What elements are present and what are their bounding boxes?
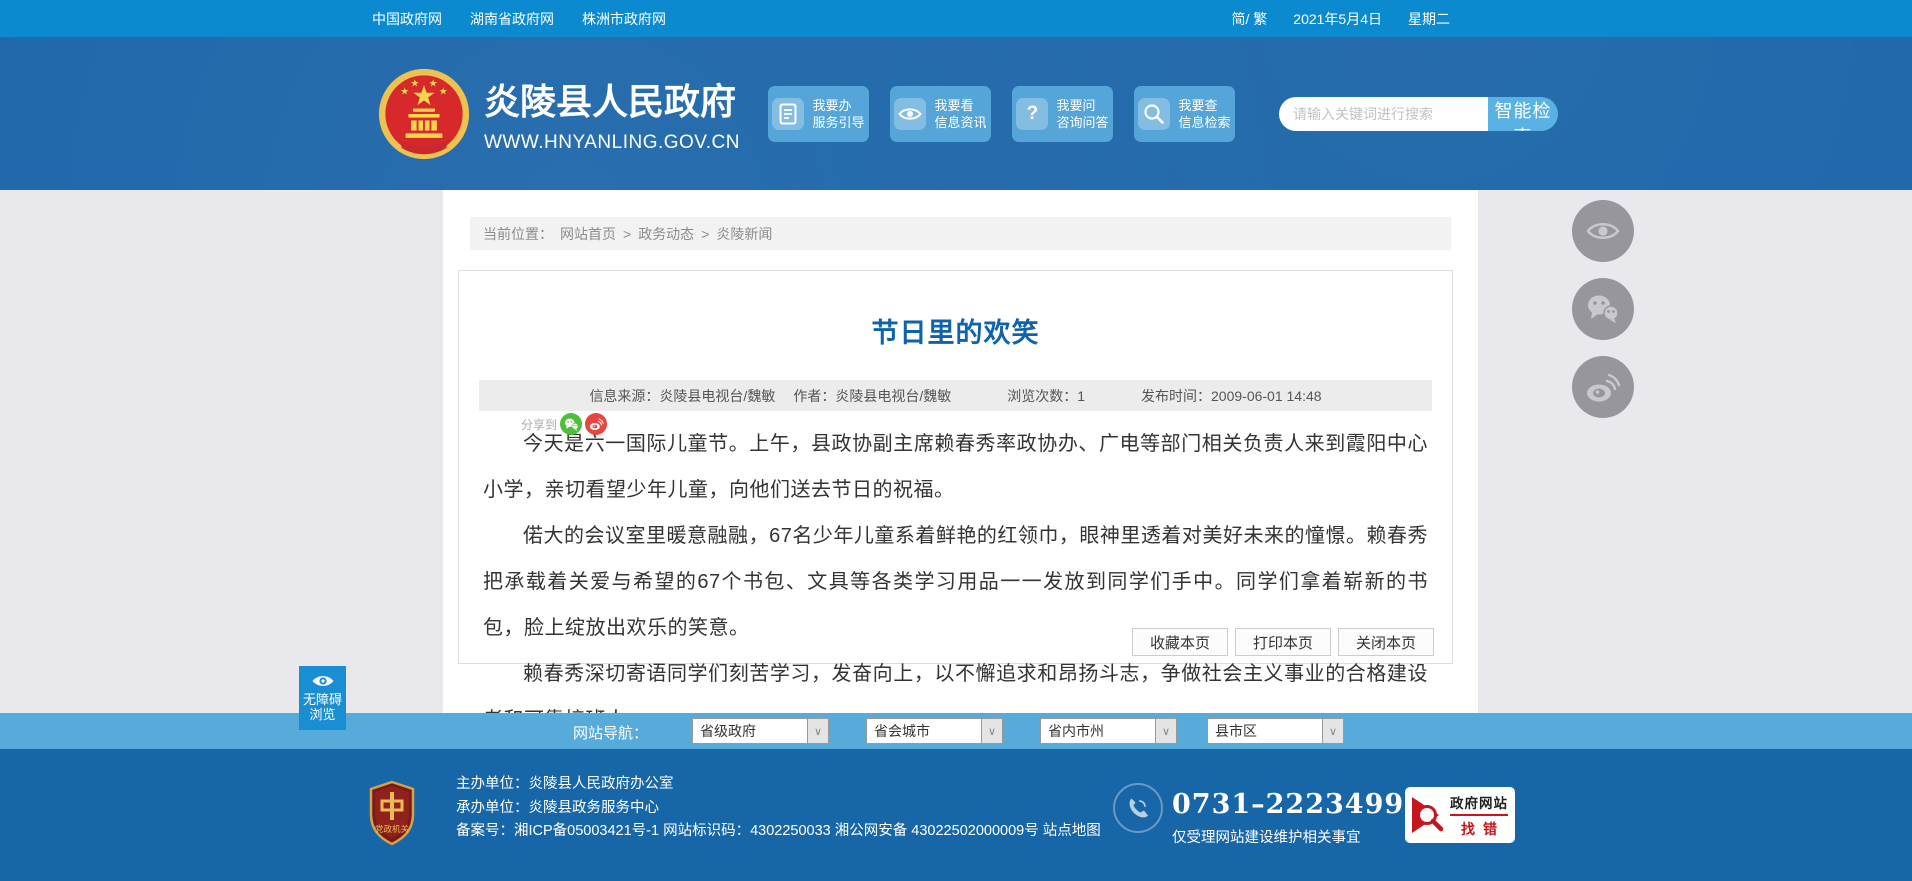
favorite-page-button[interactable]: 收藏本页: [1131, 628, 1228, 656]
party-gov-badge-icon: 党政机关: [368, 780, 416, 851]
smart-search-button[interactable]: 智能检索: [1488, 96, 1558, 131]
article-actions: 收藏本页 打印本页 关闭本页: [1131, 628, 1434, 656]
article-meta-bar: 信息来源：炎陵县电视台/魏敏 作者：炎陵县电视台/魏敏 浏览次数：1 发布时间：…: [479, 380, 1432, 411]
close-page-button[interactable]: 关闭本页: [1337, 628, 1434, 656]
document-icon: [772, 97, 805, 130]
select-value: 县市区: [1215, 723, 1257, 739]
breadcrumb: 当前位置： 网站首页 > 政务动态 > 炎陵新闻: [470, 217, 1451, 250]
button-consult-qa[interactable]: ? 我要问 咨询问答: [1012, 85, 1113, 142]
national-emblem-icon: ★ ★ ★ ★ ★: [378, 68, 470, 160]
button-label: 我要看 信息资讯: [934, 97, 987, 130]
footer-info: 主办单位：炎陵县人民政府办公室 承办单位：炎陵县政务服务中心 备案号：湘ICP备…: [456, 773, 1101, 844]
accessibility-label-line2: 浏览: [309, 707, 336, 722]
search-icon: [1138, 97, 1171, 130]
chevron-down-icon: ∨: [1322, 719, 1343, 743]
contact-phone-note: 仅受理网站建设维护相关事宜: [1172, 830, 1361, 846]
content-wrapper: 当前位置： 网站首页 > 政务动态 > 炎陵新闻 节日里的欢笑 信息来源：炎陵县…: [443, 190, 1478, 731]
svg-text:★: ★: [410, 78, 419, 89]
breadcrumb-yanling-news[interactable]: 炎陵新闻: [716, 224, 772, 244]
error-finder-icon: [1412, 797, 1444, 833]
share-label: 分享到: [521, 417, 558, 432]
current-weekday: 星期二: [1408, 10, 1450, 27]
organizer-line: 主办单位：炎陵县人民政府办公室: [456, 776, 674, 792]
question-icon: ?: [1016, 97, 1049, 130]
chevron-down-icon: ∨: [807, 719, 828, 743]
article-paragraph: 今天是六一国际儿童节。上午，县政协副主席赖春秀率政协办、广电等部门相关负责人来到…: [483, 433, 1428, 501]
site-footer: 党政机关 主办单位：炎陵县人民政府办公室 承办单位：炎陵县政务服务中心 备案号：…: [0, 749, 1912, 881]
button-service-guide[interactable]: 我要办 服务引导: [768, 85, 869, 142]
print-page-button[interactable]: 打印本页: [1234, 628, 1331, 656]
wechat-icon[interactable]: [1572, 278, 1634, 340]
current-date: 2021年5月4日: [1293, 10, 1382, 27]
eye-icon: [894, 97, 927, 130]
weibo-icon[interactable]: [585, 413, 608, 435]
meta-source: 信息来源：炎陵县电视台/魏敏: [589, 387, 776, 404]
meta-author: 作者：炎陵县电视台/魏敏: [793, 387, 952, 404]
icp-line: 备案号：湘ICP备05003421号-1 网站标识码：4302250033 湘公…: [456, 823, 1101, 839]
select-provincial-gov[interactable]: 省级政府 ∨: [692, 718, 829, 744]
undertaker-line: 承办单位：炎陵县政务服务中心: [456, 799, 659, 816]
breadcrumb-separator: >: [623, 225, 632, 242]
chevron-down-icon: ∨: [1155, 719, 1176, 743]
site-title: 炎陵县人民政府: [484, 81, 737, 122]
select-value: 省会城市: [874, 723, 930, 739]
svg-text:★: ★: [439, 86, 448, 97]
site-nav-label: 网站导航：: [573, 725, 649, 742]
chevron-down-icon: ∨: [981, 719, 1002, 743]
lang-toggle[interactable]: 简/ 繁: [1232, 9, 1268, 29]
site-nav-bar: 网站导航： 省级政府 ∨ 省会城市 ∨ 省内市州 ∨ 县市区 ∨: [0, 713, 1912, 749]
breadcrumb-gov-news[interactable]: 政务动态: [638, 224, 694, 244]
eye-icon: [312, 676, 333, 686]
select-province-cities[interactable]: 省内市州 ∨: [1040, 718, 1177, 744]
article-card: 节日里的欢笑 信息来源：炎陵县电视台/魏敏 作者：炎陵县电视台/魏敏 浏览次数：…: [458, 270, 1453, 731]
select-capital-cities[interactable]: 省会城市 ∨: [866, 718, 1003, 744]
button-label: 我要查 信息检索: [1178, 97, 1231, 130]
floating-toolbar: [1572, 200, 1634, 418]
search-input[interactable]: [1279, 96, 1488, 131]
gov-links: 中国政府网 湖南省政府网 株洲市政府网: [372, 9, 666, 29]
button-info-news[interactable]: 我要看 信息资讯: [890, 85, 991, 142]
meta-views: 浏览次数：1: [1007, 387, 1086, 404]
accessibility-browse-button[interactable]: 无障碍 浏览: [299, 666, 346, 730]
breadcrumb-home[interactable]: 网站首页: [560, 224, 616, 244]
search-bar: 智能检索: [1279, 96, 1558, 131]
sitemap-link[interactable]: 站点地图: [1043, 823, 1101, 839]
error-badge-divider: [1450, 813, 1508, 816]
link-china-gov[interactable]: 中国政府网: [372, 9, 442, 29]
breadcrumb-separator: >: [701, 225, 710, 242]
svg-text:党政机关: 党政机关: [375, 824, 410, 834]
contact-phone: 0731–22234995: [1172, 789, 1424, 820]
svg-text:★: ★: [400, 86, 409, 97]
breadcrumb-label: 当前位置：: [483, 225, 553, 242]
button-info-search[interactable]: 我要查 信息检索: [1134, 85, 1235, 142]
error-badge-line1: 政府网站: [1450, 795, 1508, 811]
accessibility-label-line1: 无障碍: [302, 692, 342, 707]
link-hunan-gov[interactable]: 湖南省政府网: [470, 9, 554, 29]
meta-publish-time: 发布时间：2009-06-01 14:48: [1141, 387, 1322, 404]
top-bar: 中国政府网 湖南省政府网 株洲市政府网 简/ 繁 2021年5月4日 星期二: [0, 0, 1912, 37]
quick-entry-buttons: 我要办 服务引导 我要看 信息资讯 ? 我要问 咨询问答 我要查 信息检索: [768, 85, 1235, 142]
error-badge-line2: 找错: [1461, 820, 1505, 837]
button-label: 我要问 咨询问答: [1056, 97, 1109, 130]
article-title: 节日里的欢笑: [871, 318, 1040, 348]
link-zhuzhou-gov[interactable]: 株洲市政府网: [582, 9, 666, 29]
button-label: 我要办 服务引导: [812, 97, 865, 130]
report-error-badge[interactable]: 政府网站 找错: [1405, 787, 1515, 843]
share-widget: 分享到: [521, 413, 608, 435]
select-value: 省内市州: [1048, 723, 1104, 739]
select-value: 省级政府: [700, 723, 756, 739]
wechat-icon[interactable]: [560, 413, 583, 435]
select-counties[interactable]: 县市区 ∨: [1207, 718, 1344, 744]
site-header: ★ ★ ★ ★ ★ 炎陵县人民政府 WWW.HNYANLING.GOV.CN 我…: [0, 37, 1912, 190]
svg-text:★: ★: [429, 78, 438, 89]
article-body: 今天是六一国际儿童节。上午，县政协副主席赖春秀率政协办、广电等部门相关负责人来到…: [459, 411, 1452, 743]
phone-icon: [1113, 783, 1163, 833]
eye-icon[interactable]: [1572, 200, 1634, 262]
weibo-icon[interactable]: [1572, 356, 1634, 418]
site-url: WWW.HNYANLING.GOV.CN: [484, 132, 740, 153]
